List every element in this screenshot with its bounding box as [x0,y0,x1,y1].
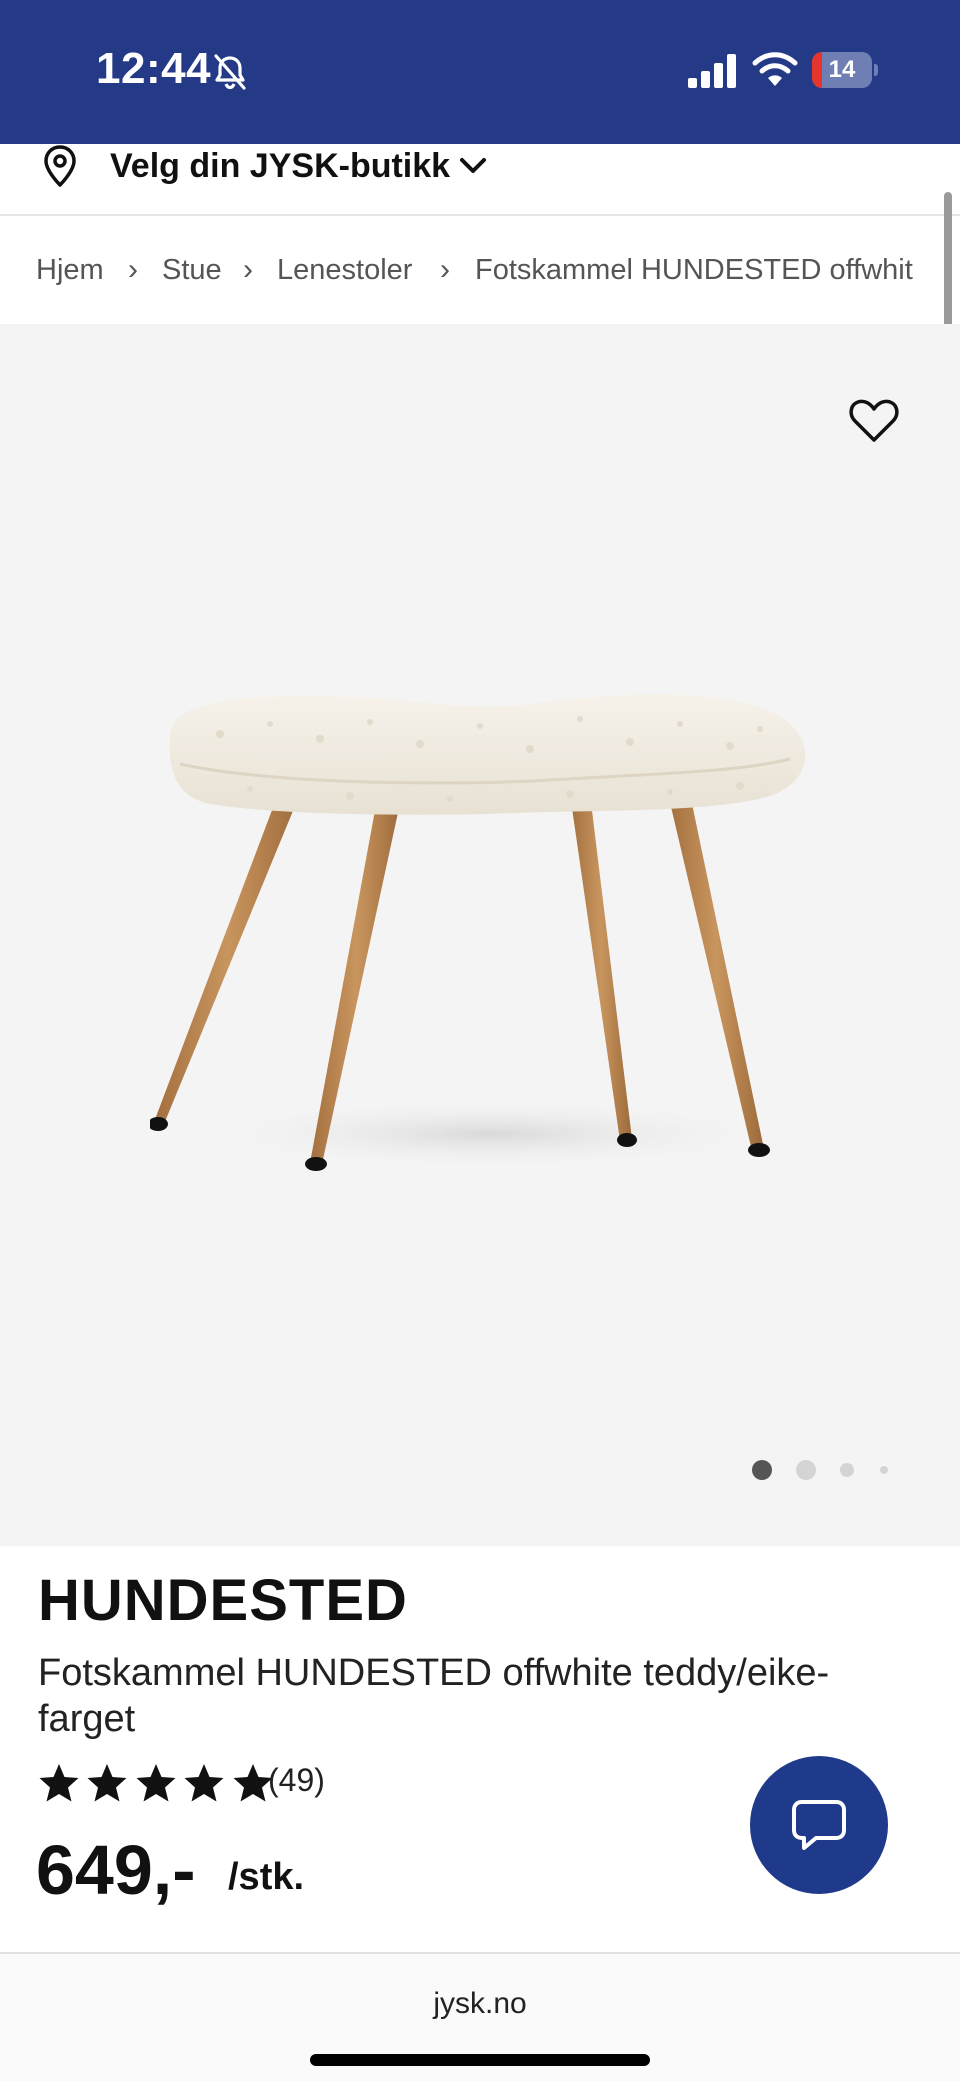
chevron-down-icon [460,158,486,173]
chat-button[interactable] [750,1756,888,1894]
product-name: Fotskammel HUNDESTED offwhite teddy/eike… [38,1652,830,1740]
breadcrumb-separator: › [128,253,138,286]
star-icon [184,1764,224,1802]
breadcrumb-separator: › [440,253,450,286]
gallery-dot-active[interactable] [752,1460,772,1480]
price-unit: /stk. [228,1856,305,1898]
gallery-dot[interactable] [840,1463,854,1477]
home-indicator[interactable] [310,2054,650,2066]
status-bar: 12:44 14 [0,0,960,144]
product-gallery[interactable] [0,324,960,1546]
status-time: 12:44 [96,44,212,93]
breadcrumb-item-current: Fotskammel HUNDESTED offwhit [475,254,913,286]
star-icon [39,1764,79,1802]
map-pin-icon [44,145,76,187]
signal-icon [688,54,736,88]
breadcrumb-item-stue[interactable]: Stue [162,250,222,290]
star-icon [87,1764,127,1802]
gallery-pagination [0,1454,960,1484]
breadcrumb: Hjem › Stue › Lenestoler › Fotskammel HU… [0,218,940,322]
battery-level: 14 [828,56,856,83]
review-count[interactable]: (49) [268,1758,325,1802]
breadcrumb-separator: › [243,253,253,286]
bell-slash-icon [214,54,246,90]
chat-bubble-icon [792,1800,846,1850]
product-brand: HUNDESTED [38,1568,408,1633]
gallery-dot[interactable] [880,1466,888,1474]
store-selector[interactable]: Velg din JYSK-butikk [0,144,960,216]
product-price: 649,- [36,1831,196,1909]
browser-bottom-bar: jysk.no [0,1952,960,2081]
url-label[interactable]: jysk.no [0,1984,960,2024]
battery-icon: 14 [812,52,878,88]
breadcrumb-item-lenestoler[interactable]: Lenestoler [277,250,412,290]
wifi-icon [752,52,798,86]
store-selector-label: Velg din JYSK-butikk [110,147,451,185]
breadcrumb-item-home[interactable]: Hjem [36,250,104,290]
product-image [150,694,806,1171]
rating-stars[interactable] [38,1762,276,1806]
heart-outline-icon[interactable] [848,396,900,444]
star-icon [136,1764,176,1802]
gallery-dot[interactable] [796,1460,816,1480]
